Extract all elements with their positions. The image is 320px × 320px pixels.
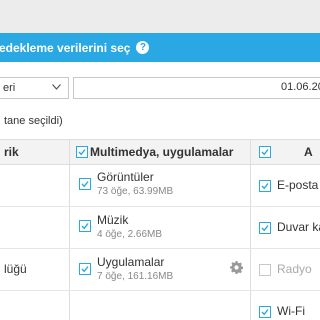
column-checkbox-multimedia[interactable] [76, 146, 88, 158]
item-images-detail: 73 öğe, 63.99MB [97, 186, 174, 197]
date-field-value: 01.06.201 [281, 81, 320, 93]
checkmark-icon [261, 309, 269, 316]
checkbox-wifi[interactable] [259, 306, 271, 318]
checkbox-apps[interactable] [79, 263, 91, 275]
column-header-1: rik [4, 145, 19, 159]
list-item-label: lüğü [4, 262, 27, 276]
item-email-name: E-posta [277, 178, 319, 192]
item-radio-name: Radyo [277, 262, 312, 276]
row-divider [250, 206, 320, 207]
checkmark-icon [81, 266, 89, 273]
item-music-detail: 4 öğe, 2.66MB [97, 229, 163, 240]
column-header-3: A [304, 145, 313, 159]
column-divider [250, 139, 251, 320]
item-images-name: Görüntüler [97, 170, 154, 184]
checkbox-wallpaper[interactable] [259, 222, 271, 234]
title-bar: edekleme verilerini seç ? [0, 33, 320, 62]
checkmark-icon [261, 149, 269, 156]
item-apps-name: Uygulamalar [97, 255, 165, 269]
checkmark-icon [78, 149, 86, 156]
checkbox-images[interactable] [79, 178, 91, 190]
item-apps-detail: 7 öğe, 161.16MB [97, 271, 174, 282]
checkmark-icon [81, 223, 89, 230]
row-divider [250, 290, 320, 291]
item-music-name: Müzik [97, 213, 129, 227]
column-checkbox-other[interactable] [259, 146, 271, 158]
checkmark-icon [261, 225, 269, 232]
column-header-multimedia: Multimedya, uygulamalar [90, 145, 234, 159]
item-wallpaper-name: Duvar ka [277, 220, 320, 234]
question-circle-icon[interactable]: ? [136, 41, 150, 54]
selection-count: tane seçildi) [4, 115, 63, 127]
checkbox-email[interactable] [259, 180, 271, 192]
page-title: edekleme verilerini seç [0, 40, 131, 55]
row-divider [250, 248, 320, 249]
gear-icon[interactable] [230, 261, 243, 274]
top-strip [0, 0, 320, 33]
column-divider [69, 139, 70, 320]
row-divider [0, 290, 250, 291]
checkmark-icon [261, 183, 269, 190]
row-divider [0, 248, 250, 249]
checkmark-icon [81, 181, 89, 188]
chevron-down-icon[interactable] [52, 84, 61, 90]
checkbox-radio [259, 264, 271, 276]
item-wifi-name: Wi-Fi [277, 304, 305, 318]
row-divider [0, 206, 250, 207]
checkbox-music[interactable] [79, 220, 91, 232]
category-select-value: eri [3, 82, 16, 94]
